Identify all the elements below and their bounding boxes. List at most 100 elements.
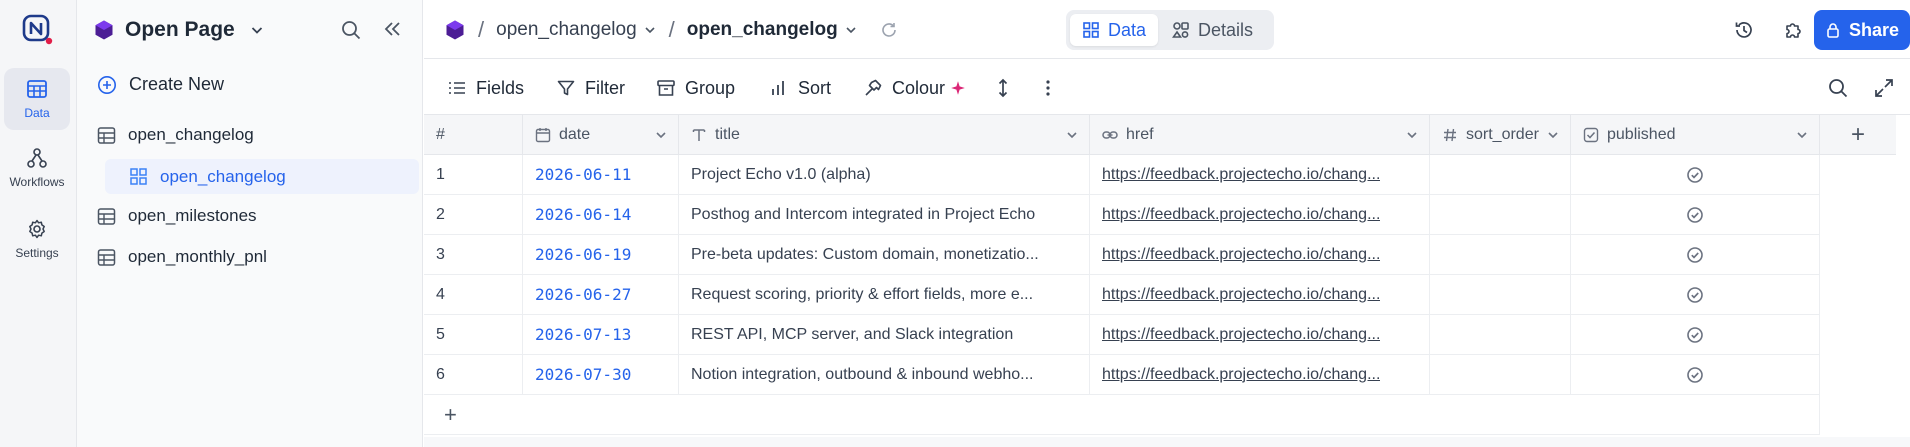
cell-title[interactable]: Request scoring, priority & effort field…	[679, 275, 1090, 315]
search-icon[interactable]	[1827, 77, 1849, 99]
cell-sort-order[interactable]	[1430, 195, 1571, 235]
cell-date[interactable]: 2026-06-11	[523, 155, 679, 195]
cell-sort-order[interactable]	[1430, 355, 1571, 395]
cell-date[interactable]: 2026-06-14	[523, 195, 679, 235]
cell-n[interactable]: 5	[424, 315, 523, 355]
group-button[interactable]: Group	[656, 74, 735, 102]
column-header-published[interactable]: published	[1571, 115, 1820, 155]
cell-n[interactable]: 3	[424, 235, 523, 275]
cell-href[interactable]: https://feedback.projectecho.io/chang...	[1090, 275, 1430, 315]
cell-published[interactable]	[1571, 355, 1820, 395]
cell-href[interactable]: https://feedback.projectecho.io/chang...	[1090, 155, 1430, 195]
cell-n[interactable]: 2	[424, 195, 523, 235]
rail-item-settings[interactable]: Settings	[4, 208, 70, 270]
cell-title[interactable]: REST API, MCP server, and Slack integrat…	[679, 315, 1090, 355]
sidebar-item-open-milestones[interactable]: open_milestones	[97, 199, 257, 233]
breadcrumb-separator: /	[668, 17, 675, 42]
cell-value: Notion integration, outbound & inbound w…	[691, 365, 1034, 383]
link[interactable]: https://feedback.projectecho.io/chang...	[1102, 246, 1380, 264]
cell-href[interactable]: https://feedback.projectecho.io/chang...	[1090, 195, 1430, 235]
column-header-sort-order[interactable]: sort_order	[1430, 115, 1571, 155]
list-icon	[449, 82, 465, 94]
check-circle-icon	[1687, 206, 1703, 223]
sort-button[interactable]: Sort	[769, 74, 831, 102]
link[interactable]: https://feedback.projectecho.io/chang...	[1102, 366, 1380, 384]
colour-button[interactable]: Colour	[863, 74, 966, 102]
cell-published[interactable]	[1571, 275, 1820, 315]
table-row[interactable]: 4 2026-06-27 Request scoring, priority & e…	[424, 275, 1820, 315]
link[interactable]: https://feedback.projectecho.io/chang...	[1102, 286, 1380, 304]
table-row[interactable]: 2 2026-06-14 Posthog and Intercom integrat…	[424, 195, 1820, 235]
column-header-index: #	[424, 115, 523, 155]
cell-n[interactable]: 1	[424, 155, 523, 195]
cell-title[interactable]: Pre-beta updates: Custom domain, monetiz…	[679, 235, 1090, 275]
cell-published[interactable]	[1571, 195, 1820, 235]
cell-sort-order[interactable]	[1430, 315, 1571, 355]
chevron-down-icon[interactable]	[844, 23, 858, 37]
table-row[interactable]: 3 2026-06-19 Pre-beta updates: Custom doma…	[424, 235, 1820, 275]
cell-date[interactable]: 2026-07-30	[523, 355, 679, 395]
refresh-icon[interactable]	[880, 21, 898, 39]
column-header-date[interactable]: date	[523, 115, 679, 155]
tab-data[interactable]: Data	[1070, 14, 1159, 46]
cell-href[interactable]: https://feedback.projectecho.io/chang...	[1090, 315, 1430, 355]
sidebar-item-label: open_changelog	[128, 125, 254, 144]
tab-details[interactable]: Details	[1160, 14, 1265, 46]
workspace-switcher[interactable]: Open Page	[93, 14, 265, 46]
table-row[interactable]: 6 2026-07-30 Notion integration, outbound …	[424, 355, 1820, 395]
expand-icon[interactable]	[1873, 77, 1895, 99]
sidebar-view-open-changelog[interactable]: open_changelog	[105, 159, 419, 194]
chevron-down-icon[interactable]	[1405, 128, 1419, 142]
breadcrumb-separator: /	[478, 17, 485, 42]
add-row-button[interactable]: +	[424, 395, 1820, 435]
chevron-down-icon[interactable]	[1546, 128, 1560, 142]
breadcrumb-base[interactable]: open_changelog	[496, 19, 637, 41]
filter-button[interactable]: Filter	[556, 74, 625, 102]
chevron-down-icon[interactable]	[1065, 128, 1079, 142]
sidebar-item-open-monthly-pnl[interactable]: open_monthly_pnl	[97, 240, 267, 274]
sidebar-item-open-changelog[interactable]: open_changelog	[97, 118, 254, 152]
cell-href[interactable]: https://feedback.projectecho.io/chang...	[1090, 355, 1430, 395]
column-header-title[interactable]: title	[679, 115, 1090, 155]
cell-published[interactable]	[1571, 155, 1820, 195]
cell-n[interactable]: 6	[424, 355, 523, 395]
cell-published[interactable]	[1571, 315, 1820, 355]
share-button[interactable]: Share	[1814, 10, 1910, 50]
puzzle-icon[interactable]	[1783, 19, 1805, 41]
cell-title[interactable]: Notion integration, outbound & inbound w…	[679, 355, 1090, 395]
row-height-icon[interactable]	[992, 77, 1014, 99]
search-icon[interactable]	[339, 18, 363, 42]
cell-title[interactable]: Posthog and Intercom integrated in Proje…	[679, 195, 1090, 235]
cell-date[interactable]: 2026-07-13	[523, 315, 679, 355]
collapse-sidebar-icon[interactable]	[380, 17, 404, 41]
breadcrumb: / open_changelog / open_changelog	[444, 14, 898, 46]
cell-date[interactable]: 2026-06-19	[523, 235, 679, 275]
history-icon[interactable]	[1733, 19, 1755, 41]
chevron-down-icon[interactable]	[654, 128, 668, 142]
add-column-button[interactable]: +	[1820, 115, 1896, 155]
cell-sort-order[interactable]	[1430, 155, 1571, 195]
link[interactable]: https://feedback.projectecho.io/chang...	[1102, 326, 1380, 344]
sidebar-item-label: open_changelog	[160, 166, 286, 186]
cell-href[interactable]: https://feedback.projectecho.io/chang...	[1090, 235, 1430, 275]
chevron-down-icon[interactable]	[1795, 128, 1809, 142]
app-logo-icon[interactable]	[21, 13, 53, 45]
create-new-button[interactable]: Create New	[97, 74, 224, 95]
fields-button[interactable]: Fields	[447, 74, 524, 102]
cell-sort-order[interactable]	[1430, 235, 1571, 275]
cell-sort-order[interactable]	[1430, 275, 1571, 315]
rail-item-workflows[interactable]: Workflows	[4, 137, 70, 199]
more-options-icon[interactable]	[1037, 77, 1059, 99]
chevron-down-icon[interactable]	[643, 23, 657, 37]
column-header-href[interactable]: href	[1090, 115, 1430, 155]
cell-n[interactable]: 4	[424, 275, 523, 315]
link[interactable]: https://feedback.projectecho.io/chang...	[1102, 206, 1380, 224]
table-row[interactable]: 1 2026-06-11 Project Echo v1.0 (alpha) http…	[424, 155, 1820, 195]
cell-published[interactable]	[1571, 235, 1820, 275]
rail-item-data[interactable]: Data	[4, 68, 70, 130]
cell-title[interactable]: Project Echo v1.0 (alpha)	[679, 155, 1090, 195]
table-row[interactable]: 5 2026-07-13 REST API, MCP server, and Sla…	[424, 315, 1820, 355]
link[interactable]: https://feedback.projectecho.io/chang...	[1102, 166, 1380, 184]
cell-date[interactable]: 2026-06-27	[523, 275, 679, 315]
breadcrumb-view[interactable]: open_changelog	[687, 19, 838, 41]
